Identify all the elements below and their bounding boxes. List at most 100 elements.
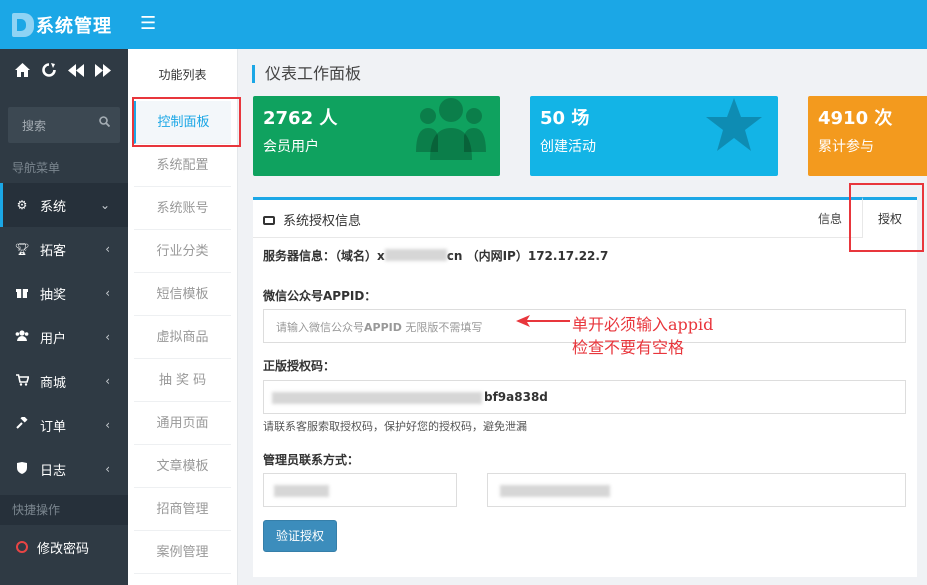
- sidebar-item-logs[interactable]: 日志 ‹: [0, 447, 128, 491]
- page-title: 仪表工作面板: [252, 65, 361, 83]
- admin-name-input[interactable]: [263, 473, 457, 507]
- sidebar-item-label: 日志: [40, 463, 67, 479]
- sidebar-item-mall[interactable]: 商城 ‹: [0, 359, 128, 403]
- search-placeholder: 搜索: [22, 119, 47, 133]
- stat-label: 创建活动: [540, 139, 596, 155]
- chevron-left-icon: ‹: [105, 462, 110, 476]
- cart-icon: [14, 373, 30, 389]
- panel-header: 系统授权信息 信息 授权: [253, 197, 917, 238]
- annotation-line-1: 单开必须输入appid: [572, 315, 714, 334]
- submenu-item-article-template[interactable]: 文章模板: [134, 445, 231, 488]
- app-logo[interactable]: 系统管理: [0, 0, 128, 49]
- chevron-left-icon: ‹: [105, 242, 110, 256]
- chevron-down-icon: ⌄: [99, 198, 110, 212]
- nav-section-title: 导航菜单: [12, 161, 61, 175]
- panel-title-text: 系统授权信息: [283, 214, 362, 229]
- stat-card-members: 2762 人 会员用户: [253, 96, 500, 176]
- license-code-input[interactable]: bf9a838d: [263, 380, 906, 414]
- sidebar-item-label: 用户: [40, 331, 67, 347]
- gift-icon: [14, 286, 30, 301]
- sidebar-item-system[interactable]: ⚙ 系统 ⌄: [0, 183, 128, 227]
- admin-contact-label: 管理员联系方式：: [263, 453, 360, 467]
- redacted-code: [272, 392, 482, 404]
- appid-placeholder: 请输入微信公众号APPID 无限版不需填写: [276, 321, 483, 334]
- server-info-suffix: cn （内网IP）172.17.22.7: [446, 249, 609, 263]
- submenu-item-cases[interactable]: 案例管理: [134, 531, 231, 574]
- redacted-domain: [384, 249, 447, 261]
- panel-title: 系统授权信息: [263, 210, 361, 229]
- function-list-items: 控制面板 系统配置 系统账号 行业分类 短信模板 虚拟商品 抽 奖 码 通用页面…: [128, 101, 237, 574]
- highlight-box: [132, 97, 241, 147]
- circle-icon: [16, 541, 28, 553]
- sidebar-item-label: 拓客: [40, 243, 67, 259]
- users-icon: [14, 330, 30, 344]
- refresh-icon[interactable]: [41, 63, 57, 81]
- forward-icon[interactable]: [95, 63, 111, 81]
- chevron-left-icon: ‹: [105, 418, 110, 432]
- top-bar: 系统管理 ☰: [0, 0, 927, 49]
- sidebar-nav: ⚙ 系统 ⌄ 🏆︎ 拓客 ‹ 抽奖 ‹ 用户 ‹ 商城 ‹ 订单 ‹ 日志 ‹: [0, 183, 128, 491]
- stat-label: 会员用户: [263, 139, 319, 155]
- stat-value: 50 场: [540, 108, 590, 129]
- sidebar-item-label: 订单: [40, 419, 67, 435]
- annotation-line-2: 检查不要有空格: [572, 338, 685, 357]
- annotation-arrow-icon: [516, 315, 570, 327]
- license-code-value: bf9a838d: [484, 390, 548, 404]
- gear-icon: ⚙: [16, 198, 28, 212]
- stat-card-activities: 50 场 创建活动: [530, 96, 778, 176]
- shield-icon: [14, 461, 30, 477]
- license-panel: 系统授权信息 信息 授权 服务器信息：（域名）x cn （内网IP）172.17.…: [253, 197, 917, 577]
- submenu-item-system-config[interactable]: 系统配置: [134, 144, 231, 187]
- logo-mark-icon: [12, 12, 34, 37]
- search-input[interactable]: 搜索: [8, 107, 120, 143]
- sidebar: 搜索 导航菜单 ⚙ 系统 ⌄ 🏆︎ 拓客 ‹ 抽奖 ‹ 用户 ‹ 商城 ‹ 订单…: [0, 49, 128, 585]
- appid-label: 微信公众号APPID：: [263, 289, 377, 303]
- search-icon[interactable]: [99, 116, 111, 131]
- stat-label: 累计参与: [818, 139, 874, 155]
- home-icon[interactable]: [14, 63, 30, 81]
- backward-icon[interactable]: [68, 63, 84, 81]
- app-title: 系统管理: [36, 15, 112, 37]
- submenu-item-system-accounts[interactable]: 系统账号: [134, 187, 231, 230]
- highlight-box: [849, 183, 924, 252]
- tab-info[interactable]: 信息: [818, 210, 842, 227]
- sidebar-item-label: 系统: [40, 199, 67, 215]
- submenu-item-common-pages[interactable]: 通用页面: [134, 402, 231, 445]
- submenu-item-industry[interactable]: 行业分类: [134, 230, 231, 273]
- function-list-title: 功能列表: [158, 68, 207, 82]
- admin-phone-input[interactable]: [487, 473, 906, 507]
- sidebar-item-lottery[interactable]: 抽奖 ‹: [0, 271, 128, 315]
- change-password-label: 修改密码: [37, 541, 90, 557]
- stat-card-participations: 4910 次 累计参与: [808, 96, 927, 176]
- gavel-icon: [14, 415, 30, 433]
- chevron-left-icon: ‹: [105, 330, 110, 344]
- verify-license-button[interactable]: 验证授权: [263, 520, 337, 552]
- submenu-item-sms-template[interactable]: 短信模板: [134, 273, 231, 316]
- server-info: 服务器信息：（域名）x cn （内网IP）172.17.22.7: [263, 247, 608, 264]
- menu-toggle-icon[interactable]: ☰: [140, 14, 156, 34]
- sidebar-item-label: 抽奖: [40, 287, 67, 303]
- sidebar-toolbar: [0, 49, 128, 95]
- sidebar-item-label: 商城: [40, 375, 67, 391]
- change-password-link[interactable]: 修改密码: [0, 525, 128, 569]
- license-code-label: 正版授权码：: [263, 359, 336, 373]
- annotation-note: 单开必须输入appid 检查不要有空格: [572, 313, 713, 359]
- sidebar-item-expand[interactable]: 🏆︎ 拓客 ‹: [0, 227, 128, 271]
- stat-value: 2762 人: [263, 108, 338, 129]
- stat-value: 4910 次: [818, 108, 893, 129]
- chevron-left-icon: ‹: [105, 374, 110, 388]
- submenu-item-lottery-code[interactable]: 抽 奖 码: [134, 359, 231, 402]
- sidebar-item-orders[interactable]: 订单 ‹: [0, 403, 128, 447]
- trophy-icon: 🏆︎: [14, 242, 30, 256]
- inbox-icon: [263, 216, 275, 225]
- chevron-left-icon: ‹: [105, 286, 110, 300]
- redacted-phone: [500, 485, 610, 497]
- quick-section-title: 快捷操作: [0, 495, 128, 525]
- submenu-item-merchant[interactable]: 招商管理: [134, 488, 231, 531]
- submenu-item-virtual-goods[interactable]: 虚拟商品: [134, 316, 231, 359]
- sidebar-item-users[interactable]: 用户 ‹: [0, 315, 128, 359]
- license-code-hint: 请联系客服索取授权码，保护好您的授权码，避免泄漏: [263, 420, 527, 433]
- redacted-name: [274, 485, 329, 497]
- server-info-prefix: 服务器信息：（域名）x: [263, 249, 385, 263]
- star-icon: [704, 96, 764, 171]
